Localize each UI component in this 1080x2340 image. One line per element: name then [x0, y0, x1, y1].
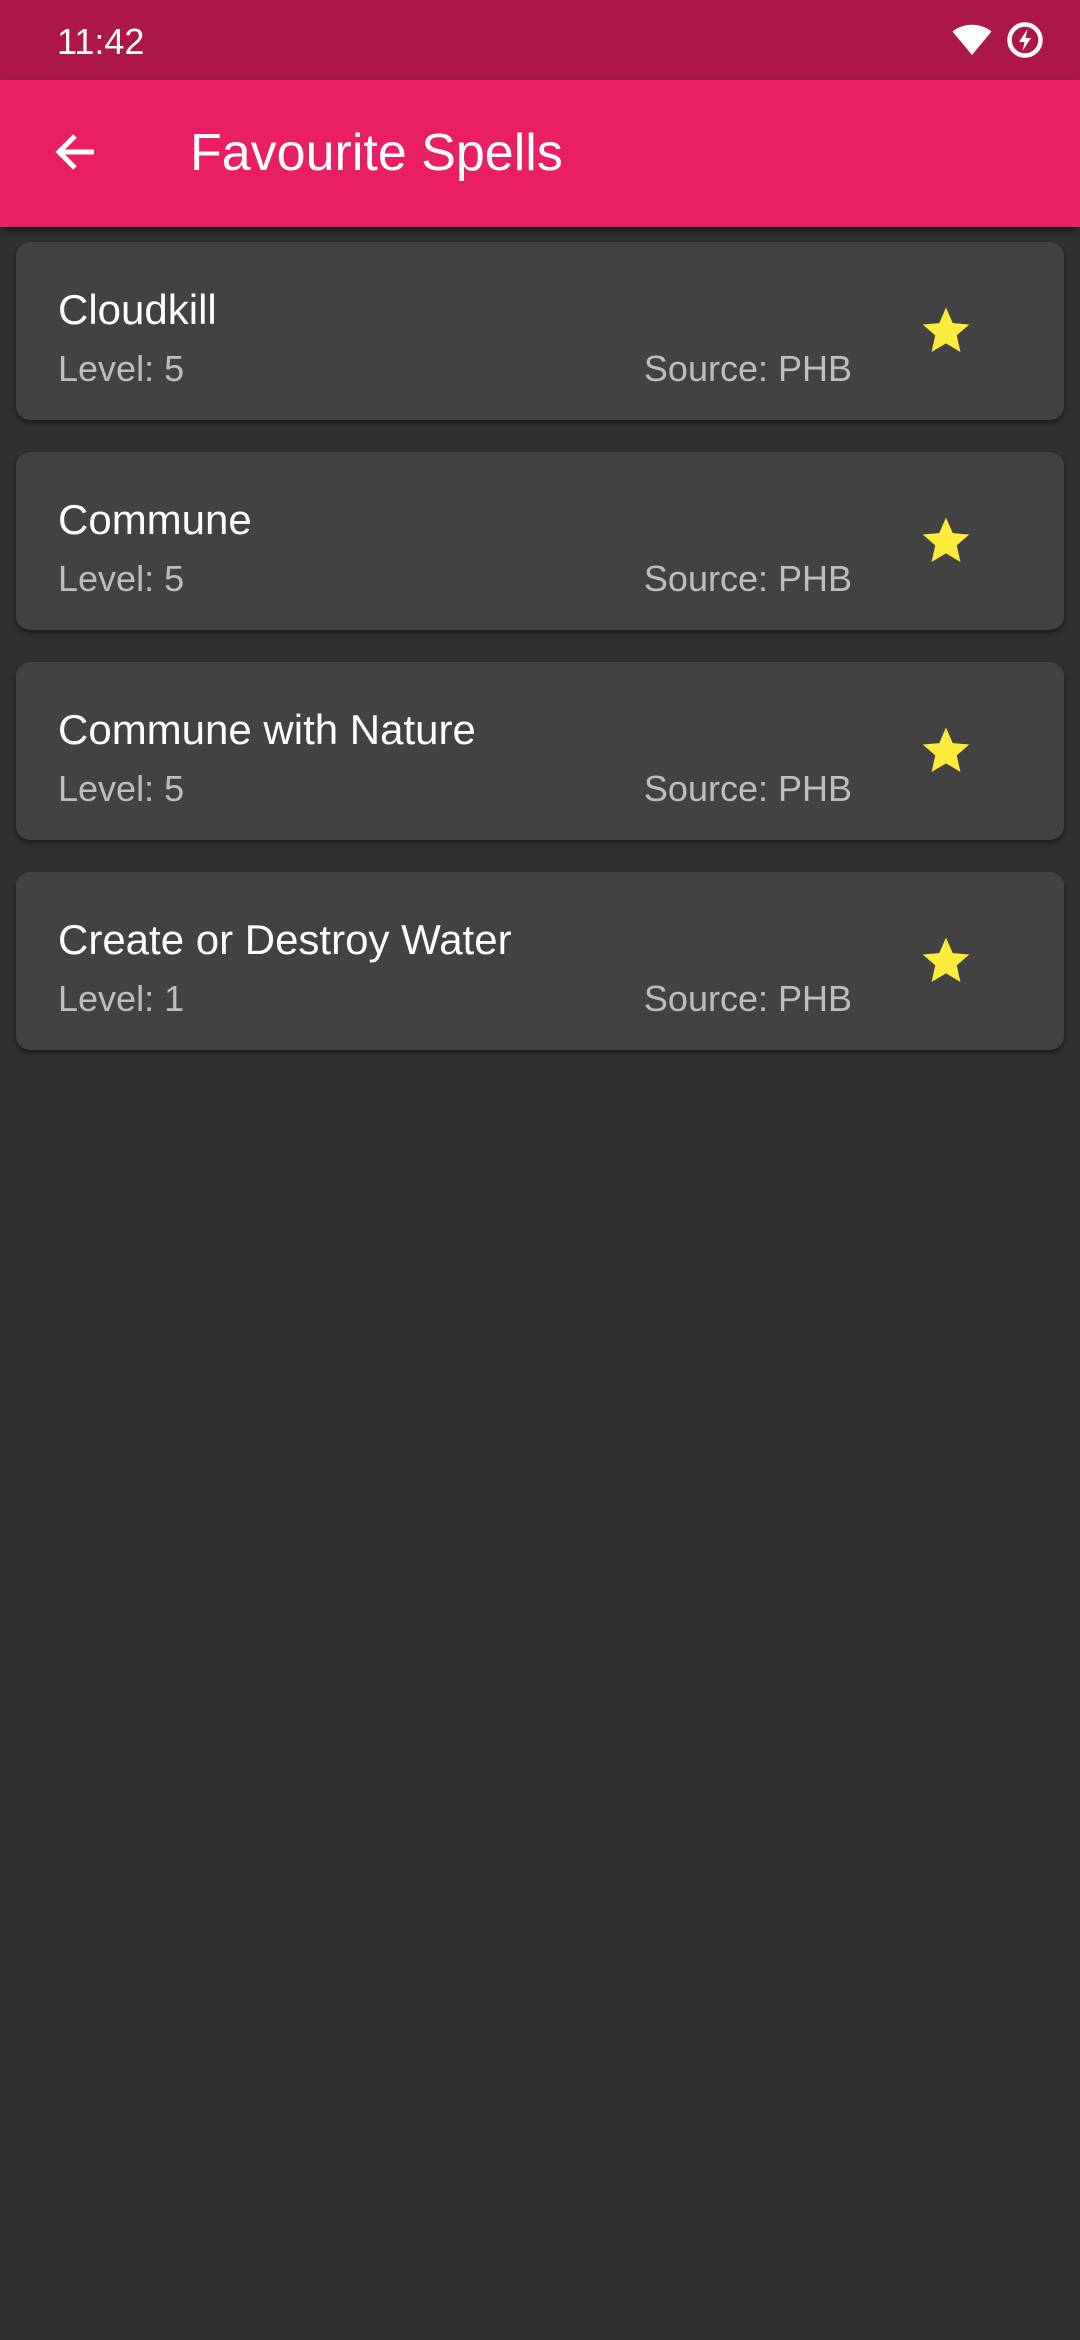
spell-source: Source: PHB [643, 348, 852, 389]
spell-source: Source: PHB [643, 558, 852, 599]
spell-name: Commune with Nature [58, 706, 476, 753]
arrow-back-icon [52, 128, 100, 181]
spell-level: Level: 5 [58, 558, 185, 599]
spell-card[interactable]: Commune with Nature Level: 5 Source: PHB [16, 662, 1064, 840]
spell-card[interactable]: Commune Level: 5 Source: PHB [16, 452, 1064, 630]
star-icon[interactable] [918, 303, 974, 359]
spell-level: Level: 1 [58, 978, 185, 1019]
spell-card[interactable]: Cloudkill Level: 5 Source: PHB [16, 242, 1064, 420]
spell-name: Cloudkill [58, 286, 217, 333]
wifi-icon [952, 24, 992, 56]
spell-name: Commune [58, 496, 252, 543]
back-button[interactable] [32, 110, 120, 198]
spell-source: Source: PHB [643, 978, 852, 1019]
status-time: 11:42 [57, 21, 145, 62]
spell-list: Cloudkill Level: 5 Source: PHB Commune L… [16, 242, 1064, 1082]
spell-card[interactable]: Create or Destroy Water Level: 1 Source:… [16, 872, 1064, 1050]
spell-source: Source: PHB [643, 768, 852, 809]
status-bar: 11:42 [0, 0, 1080, 80]
app-bar: Favourite Spells [0, 80, 1080, 227]
spell-name: Create or Destroy Water [58, 916, 512, 963]
status-icons [952, 20, 1044, 60]
star-icon[interactable] [918, 513, 974, 569]
star-icon[interactable] [918, 933, 974, 989]
battery-charging-icon [1006, 21, 1044, 59]
spell-level: Level: 5 [58, 348, 185, 389]
star-icon[interactable] [918, 723, 974, 779]
page-title: Favourite Spells [190, 124, 563, 182]
spell-level: Level: 5 [58, 768, 185, 809]
